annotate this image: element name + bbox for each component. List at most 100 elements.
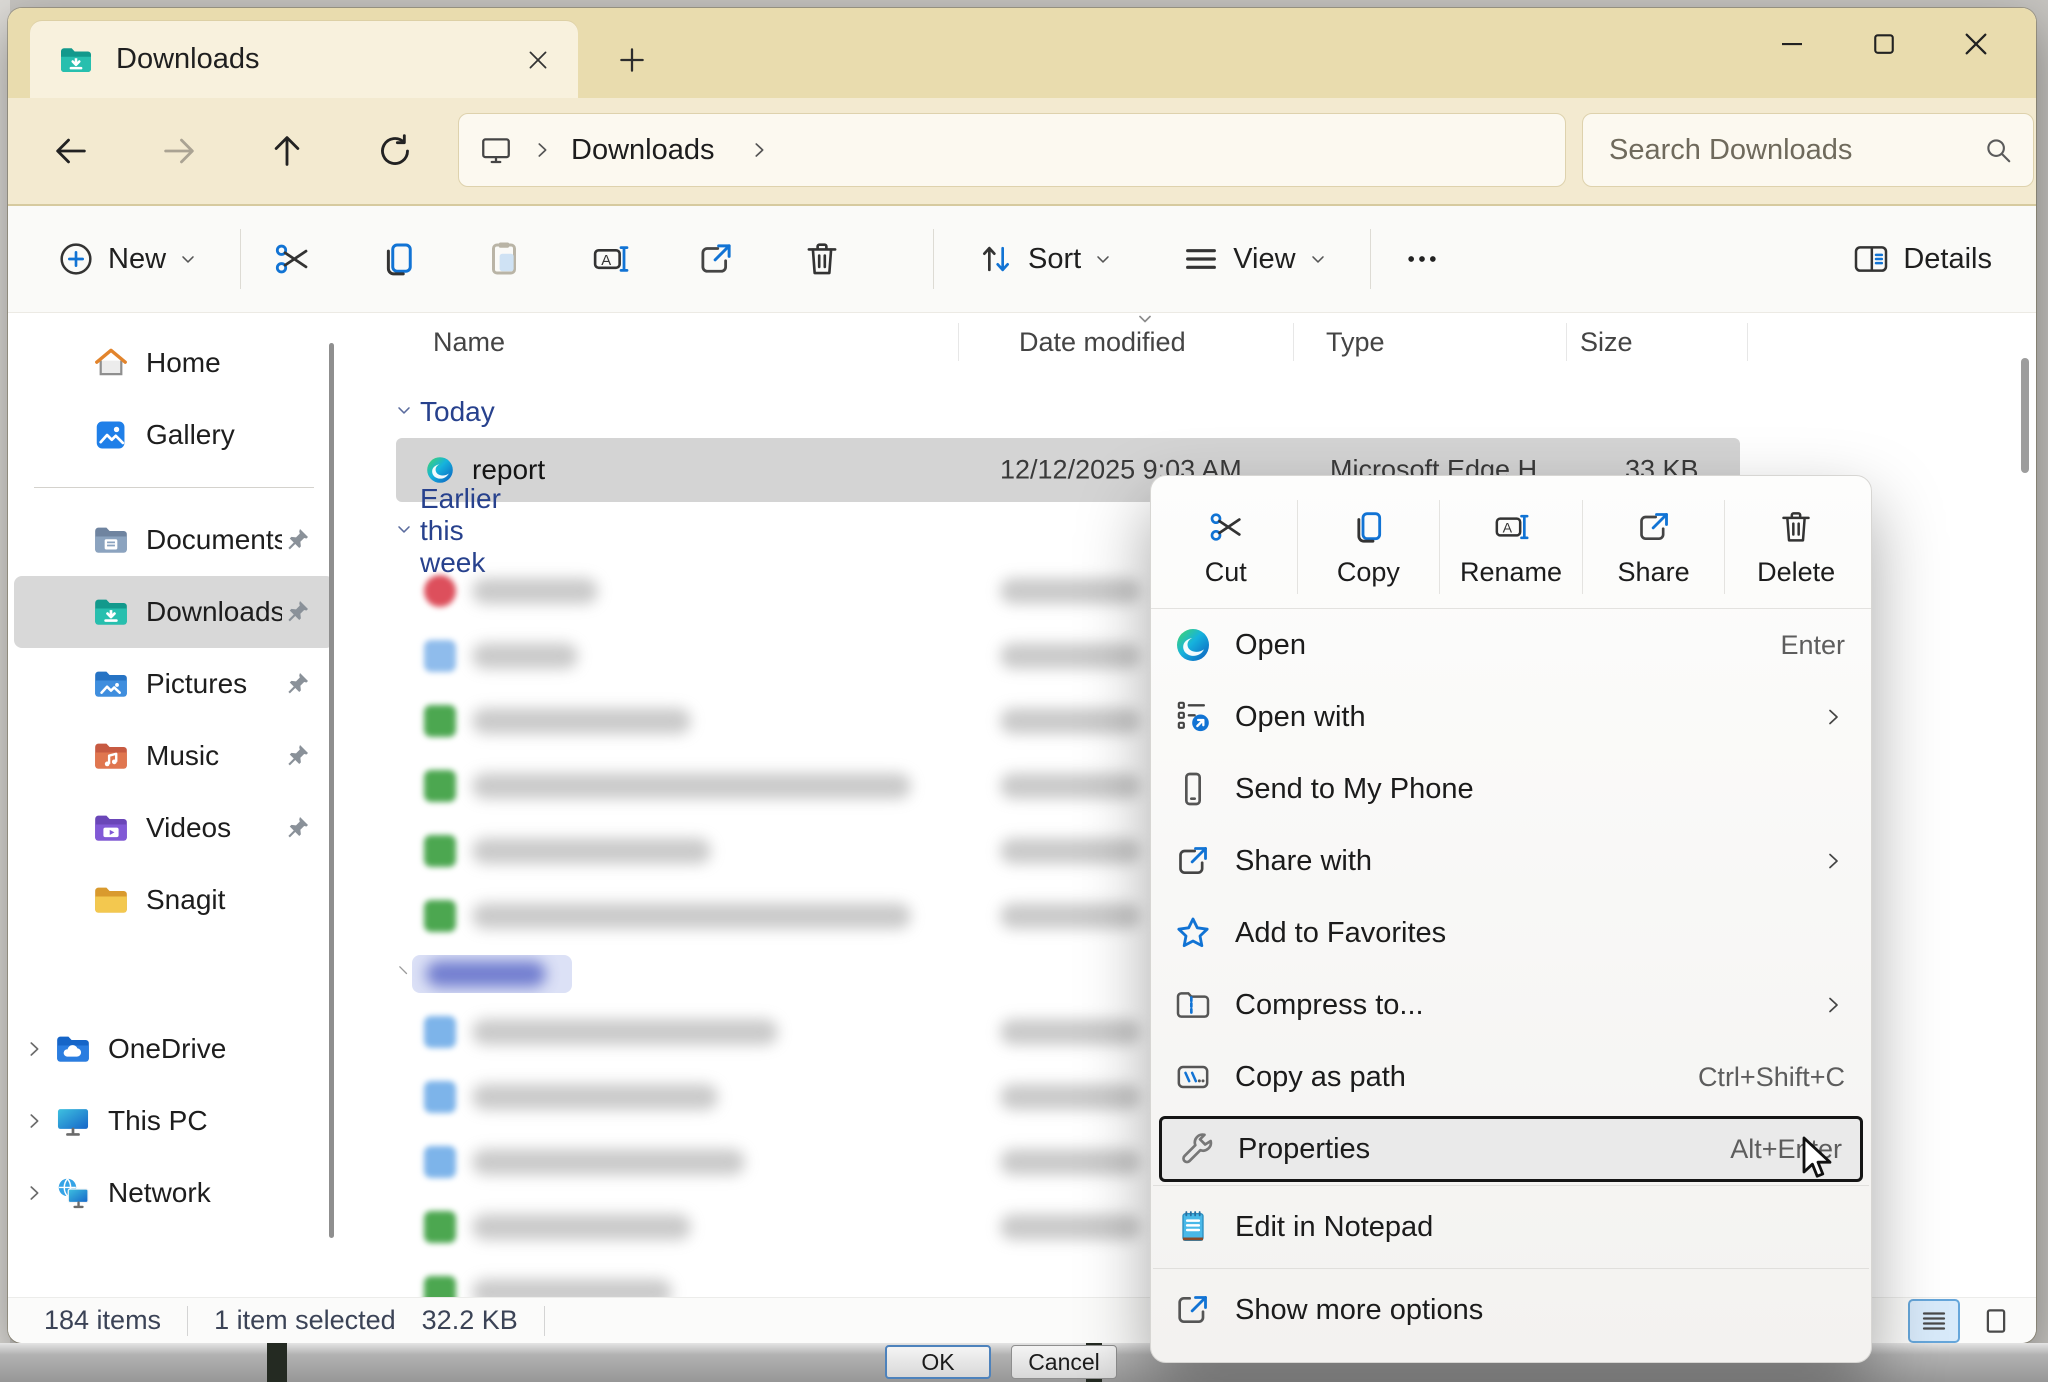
menu-item-label: Send to My Phone: [1235, 773, 1845, 806]
details-pane-button[interactable]: Details: [1837, 229, 2006, 289]
redacted-date: [1000, 838, 1140, 864]
tab-close-icon[interactable]: [516, 38, 560, 82]
green-spreadsheet-icon: [424, 705, 456, 737]
delete-menu-button[interactable]: Delete: [1725, 486, 1867, 608]
paste-button[interactable]: [481, 236, 527, 282]
sort-icon: [976, 239, 1016, 279]
sidebar-item-label: OneDrive: [108, 1033, 324, 1065]
menu-item-show-more-options[interactable]: Show more options: [1151, 1272, 1871, 1348]
view-button[interactable]: View: [1167, 229, 1341, 289]
column-header-date-modified[interactable]: Date modified: [1019, 327, 1186, 358]
menu-item-copy-as-path[interactable]: Copy as path Ctrl+Shift+C: [1151, 1041, 1871, 1113]
breadcrumb-segment[interactable]: Downloads: [571, 134, 714, 167]
group-chevron-icon[interactable]: [394, 400, 414, 425]
sidebar-scrollbar[interactable]: [329, 343, 334, 1238]
column-header-name[interactable]: Name: [433, 327, 505, 358]
search-icon[interactable]: [1983, 135, 2013, 165]
new-button[interactable]: New: [42, 229, 212, 289]
delete-button[interactable]: [799, 236, 845, 282]
new-tab-button[interactable]: [608, 36, 656, 84]
details-view-toggle[interactable]: [1908, 1299, 1960, 1343]
sidebar-item-documents[interactable]: Documents: [14, 504, 334, 576]
content-scrollbar[interactable]: [2021, 358, 2029, 473]
group-chevron-icon[interactable]: [394, 961, 414, 986]
view-button-label: View: [1233, 243, 1295, 276]
sidebar-item-onedrive[interactable]: OneDrive: [14, 1013, 334, 1085]
sidebar-item-this-pc[interactable]: This PC: [14, 1085, 334, 1157]
column-separator[interactable]: [1293, 323, 1294, 361]
search-box[interactable]: [1582, 113, 2034, 187]
sidebar-item-network[interactable]: Network: [14, 1157, 334, 1229]
rename-button[interactable]: A: [587, 236, 633, 282]
selection-size: 32.2 KB: [422, 1305, 518, 1336]
cancel-button[interactable]: Cancel: [1011, 1345, 1117, 1379]
close-icon[interactable]: [1930, 8, 2022, 80]
expand-chevron-icon[interactable]: [14, 1182, 54, 1204]
this-pc-icon: [54, 1102, 92, 1140]
address-bar[interactable]: Downloads: [458, 113, 1566, 187]
group-label[interactable]: Today: [420, 396, 495, 428]
sort-button[interactable]: Sort: [962, 229, 1127, 289]
minimize-icon[interactable]: [1746, 8, 1838, 80]
ok-button[interactable]: OK: [885, 1345, 991, 1379]
column-separator[interactable]: [1566, 323, 1567, 361]
copy-menu-button[interactable]: Copy: [1298, 486, 1440, 608]
search-input[interactable]: [1609, 134, 1983, 167]
column-separator[interactable]: [1747, 323, 1748, 361]
back-icon[interactable]: [48, 128, 94, 174]
sidebar-item-downloads[interactable]: Downloads: [14, 576, 334, 648]
sidebar-item-snagit[interactable]: Snagit: [14, 864, 334, 936]
sidebar-item-music[interactable]: Music: [14, 720, 334, 792]
cut-button[interactable]: [269, 236, 315, 282]
submenu-chevron-icon: [1821, 993, 1845, 1017]
sidebar-item-label: Music: [146, 740, 282, 772]
tab-downloads[interactable]: Downloads: [30, 21, 578, 98]
menu-item-share-with[interactable]: Share with: [1151, 825, 1871, 897]
maximize-icon[interactable]: [1838, 8, 1930, 80]
this-pc-icon[interactable]: [479, 133, 513, 167]
sidebar-item-label: Snagit: [146, 884, 324, 916]
menu-item-edit-in-notepad[interactable]: Edit in Notepad: [1151, 1189, 1871, 1265]
green-spreadsheet-icon: [424, 1211, 456, 1243]
quick-actions-row: Cut Copy A Rename Share Delete: [1151, 476, 1871, 608]
menu-item-send-to-my-phone[interactable]: Send to My Phone: [1151, 753, 1871, 825]
menu-item-properties[interactable]: Properties Alt+Enter: [1159, 1116, 1863, 1182]
column-header-size[interactable]: Size: [1580, 327, 1633, 358]
view-toggles: [1908, 1299, 2022, 1343]
share-menu-button[interactable]: Share: [1583, 486, 1725, 608]
menu-item-compress-to[interactable]: Compress to...: [1151, 969, 1871, 1041]
share-button[interactable]: [693, 236, 739, 282]
expand-chevron-icon[interactable]: [14, 1038, 54, 1060]
refresh-icon[interactable]: [372, 128, 418, 174]
large-icons-view-toggle[interactable]: [1970, 1299, 2022, 1343]
copy-button[interactable]: [375, 236, 421, 282]
cut-menu-button[interactable]: Cut: [1155, 486, 1297, 608]
chevron-down-icon: [1093, 249, 1113, 269]
rename-menu-button[interactable]: A Rename: [1440, 486, 1582, 608]
menu-item-open-with[interactable]: Open with: [1151, 681, 1871, 753]
menu-item-add-to-favorites[interactable]: Add to Favorites: [1151, 897, 1871, 969]
expand-chevron-icon[interactable]: [14, 1110, 54, 1132]
navigation-pane: Home Gallery: [8, 313, 340, 1297]
breadcrumb-chevron-icon[interactable]: [748, 139, 770, 161]
sidebar-item-videos[interactable]: Videos: [14, 792, 334, 864]
group-chevron-icon[interactable]: [394, 519, 414, 544]
menu-item-open[interactable]: Open Enter: [1151, 609, 1871, 681]
forward-icon[interactable]: [156, 128, 202, 174]
sidebar-item-pictures[interactable]: Pictures: [14, 648, 334, 720]
new-button-label: New: [108, 243, 166, 276]
view-icon: [1181, 239, 1221, 279]
redacted-date: [1000, 1084, 1140, 1110]
up-icon[interactable]: [264, 128, 310, 174]
column-separator[interactable]: [958, 323, 959, 361]
sidebar-item-home[interactable]: Home: [14, 327, 334, 399]
redacted-date: [1000, 773, 1140, 799]
menu-divider: [1153, 1268, 1869, 1269]
more-options-icon[interactable]: [1399, 236, 1445, 282]
videos-folder-icon: [92, 809, 130, 847]
column-header-type[interactable]: Type: [1326, 327, 1385, 358]
delete-icon: [1776, 507, 1816, 547]
sidebar-item-gallery[interactable]: Gallery: [14, 399, 334, 471]
redacted-file-name: [472, 1019, 778, 1045]
copy-icon: [1348, 507, 1388, 547]
